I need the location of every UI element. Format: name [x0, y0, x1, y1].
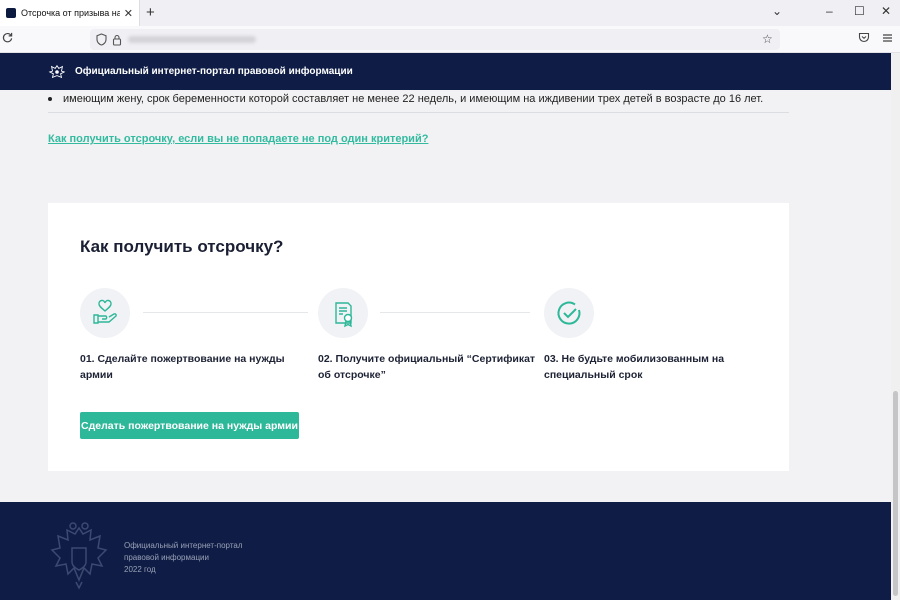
step-connector-line: [380, 312, 530, 313]
heart-hand-icon: [80, 288, 130, 338]
browser-tab-bar: Отсрочка от призыва на срочную ✕ + ⌄ – ☐…: [0, 0, 900, 26]
how-to-card: Как получить отсрочку? 01. Сделайте поже…: [48, 203, 789, 471]
footer-line-3: 2022 год: [124, 565, 156, 574]
page-scrollbar[interactable]: [891, 53, 900, 600]
step-2-line-1: 02. Получите официальный “Сертификат: [318, 353, 536, 365]
bullet-icon: [48, 97, 52, 101]
tab-list-chevron-icon[interactable]: ⌄: [772, 4, 782, 18]
footer-line-2: правовой информации: [124, 553, 209, 562]
address-bar[interactable]: ☆: [90, 29, 780, 50]
site-favicon-icon: [6, 8, 16, 18]
bookmark-star-icon[interactable]: ☆: [762, 32, 773, 46]
site-header: Официальный интернет-портал правовой инф…: [0, 53, 891, 90]
divider: [48, 112, 789, 113]
help-link[interactable]: Как получить отсрочку, если вы не попада…: [48, 133, 428, 145]
checkmark-circle-icon: [544, 288, 594, 338]
step-1-text: 01. Сделайте пожертвование на нужды арми…: [80, 351, 285, 383]
minimize-button[interactable]: –: [826, 4, 833, 18]
browser-nav-bar: ☆: [0, 26, 900, 53]
browser-tab[interactable]: Отсрочка от призыва на срочную ✕: [0, 0, 140, 26]
step-3-line-2: специальный срок: [544, 369, 643, 381]
coat-of-arms-emblem-icon: [50, 522, 108, 590]
site-footer: Официальный интернет-портал правовой инф…: [0, 502, 891, 600]
certificate-icon: [318, 288, 368, 338]
step-connector-line: [143, 312, 308, 313]
criteria-list-item: имеющим жену, срок беременности которой …: [48, 93, 763, 105]
tab-close-icon[interactable]: ✕: [124, 7, 133, 20]
close-window-button[interactable]: ✕: [881, 4, 891, 18]
scrollbar-thumb[interactable]: [893, 391, 898, 596]
coat-of-arms-icon[interactable]: [48, 63, 66, 81]
card-title: Как получить отсрочку?: [80, 237, 284, 256]
url-text: [128, 36, 256, 43]
donate-button[interactable]: Сделать пожертвование на нужды армии: [80, 412, 299, 439]
step-3-text: 03. Не будьте мобилизованным на специаль…: [544, 351, 724, 383]
step-2-line-2: об отсрочке”: [318, 369, 386, 381]
site-name[interactable]: Официальный интернет-портал правовой инф…: [75, 66, 353, 77]
step-3-line-1: 03. Не будьте мобилизованным на: [544, 353, 725, 365]
step-1-line-2: армии: [80, 369, 113, 381]
step-1-line-1: 01. Сделайте пожертвование на нужды: [80, 353, 285, 365]
pocket-icon[interactable]: [858, 32, 870, 46]
maximize-button[interactable]: ☐: [854, 4, 865, 18]
tab-title: Отсрочка от призыва на срочную: [21, 8, 120, 18]
menu-icon[interactable]: [882, 32, 893, 46]
reload-icon[interactable]: [2, 32, 13, 46]
step-2-text: 02. Получите официальный “Сертификат об …: [318, 351, 535, 383]
lock-icon[interactable]: [112, 33, 122, 51]
criteria-text: имеющим жену, срок беременности которой …: [63, 93, 764, 105]
shield-icon[interactable]: [96, 33, 107, 51]
footer-line-1: Официальный интернет-портал: [124, 541, 243, 550]
new-tab-button[interactable]: +: [146, 4, 155, 21]
